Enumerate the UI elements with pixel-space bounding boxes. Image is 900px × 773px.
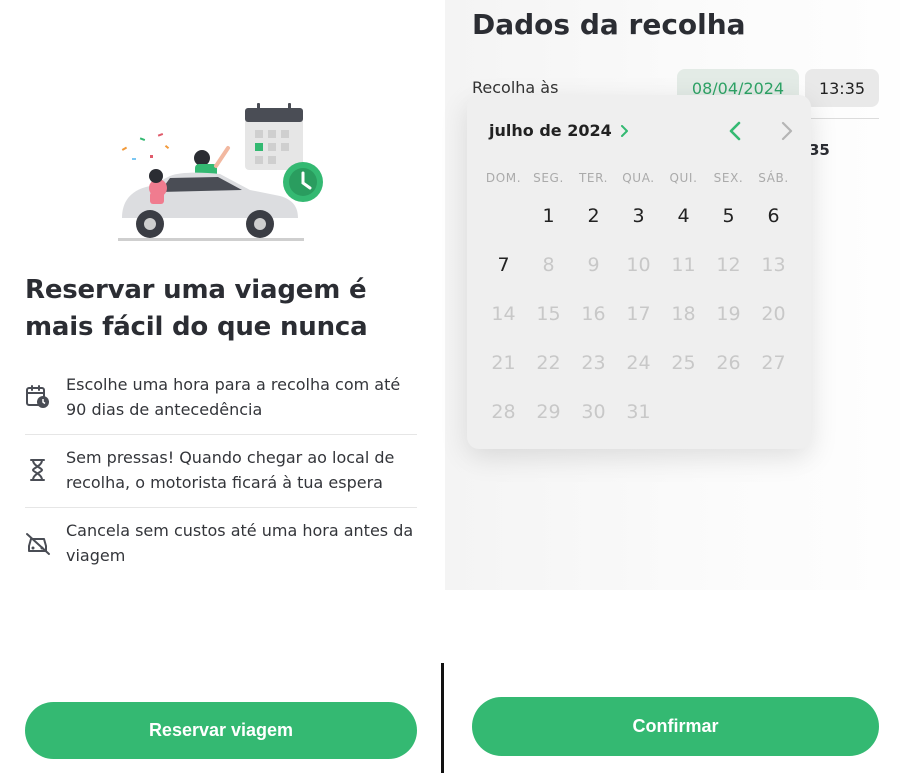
- feature-text: Escolhe uma hora para a recolha com até …: [66, 375, 401, 419]
- weekday-header: DOM. SEG. TER. QUA. QUI. SEX. SÁB.: [481, 171, 801, 185]
- page-title: Dados da recolha: [472, 8, 746, 41]
- calendar-day: 12: [716, 253, 741, 276]
- feature-text: Sem pressas! Quando chegar ao local de r…: [66, 448, 395, 492]
- day-grid: 1 2 3 4 5 6 7 8 9 10 11 12 13 14 15 16 17 18 19 20 21 22 23 24 2…: [481, 191, 801, 436]
- calendar-day[interactable]: 2: [571, 205, 616, 227]
- calendar-day[interactable]: 3: [616, 205, 661, 227]
- book-trip-button[interactable]: Reservar viagem: [25, 702, 417, 759]
- calendar-day: 29: [536, 400, 561, 423]
- calendar-day[interactable]: 1: [526, 205, 571, 227]
- calendar-day: 19: [716, 302, 741, 325]
- calendar-week-row: 21 22 23 24 25 26 27: [481, 338, 801, 387]
- calendar-day: 28: [491, 400, 516, 423]
- weekday-label: SEG.: [533, 171, 564, 185]
- weekday-label: QUI.: [669, 171, 698, 185]
- month-label: julho de 2024: [489, 121, 612, 140]
- divider-line: [805, 118, 879, 119]
- next-month-icon[interactable]: [780, 121, 794, 141]
- calendar-day[interactable]: 5: [706, 205, 751, 227]
- car-cancel-icon: [26, 533, 50, 555]
- calendar-day: 26: [716, 351, 741, 374]
- obscured-time-text: 35: [809, 141, 830, 159]
- calendar-week-row: 123456: [481, 191, 801, 240]
- calendar-week-row: 14 15 16 17 18 19 20: [481, 289, 801, 338]
- calendar-day: 24: [626, 351, 651, 374]
- calendar-day: 11: [671, 253, 696, 276]
- calendar-week-row: 28 29 30 31: [481, 387, 801, 436]
- calendar-day: 22: [536, 351, 561, 374]
- weekday-label: QUA.: [622, 171, 655, 185]
- calendar-day: 10: [626, 253, 651, 276]
- calendar-day: 25: [671, 351, 696, 374]
- feature-text: Cancela sem custos até uma hora antes da…: [66, 521, 414, 565]
- calendar-day: 30: [581, 400, 606, 423]
- calendar-week-row: 7 8 9 10 11 12 13: [481, 240, 801, 289]
- panel-divider: [441, 663, 444, 773]
- calendar-day: 21: [491, 351, 516, 374]
- calendar-day: 14: [491, 302, 516, 325]
- calendar-day: 31: [626, 400, 651, 423]
- hourglass-icon: [30, 459, 45, 481]
- calendar-day: 27: [761, 351, 786, 374]
- pickup-details-panel: Dados da recolha Recolha às 08/04/2024 1…: [445, 0, 900, 773]
- calendar-day: 16: [581, 302, 606, 325]
- calendar-day: 20: [761, 302, 786, 325]
- calendar-day: 15: [536, 302, 561, 325]
- booking-intro-panel: Reservar uma viagem é mais fácil do que …: [0, 0, 440, 773]
- weekday-label: SEX.: [713, 171, 744, 185]
- feature-list: Escolhe uma hora para a recolha com até …: [25, 362, 417, 580]
- chevron-right-icon: [620, 124, 628, 137]
- feature-item-cancel: Cancela sem custos até uma hora antes da…: [25, 508, 417, 580]
- calendar-day: 18: [671, 302, 696, 325]
- previous-month-icon[interactable]: [728, 121, 742, 141]
- calendar-day: 13: [761, 253, 786, 276]
- weekday-label: TER.: [578, 171, 609, 185]
- weekday-label: DOM.: [485, 171, 522, 185]
- calendar-day: 8: [542, 253, 555, 276]
- feature-item-schedule: Escolhe uma hora para a recolha com até …: [25, 362, 417, 435]
- calendar-clock-icon: [26, 385, 49, 408]
- confirm-button[interactable]: Confirmar: [472, 697, 879, 756]
- pickup-time-chip[interactable]: 13:35: [805, 69, 879, 107]
- intro-headline: Reservar uma viagem é mais fácil do que …: [25, 275, 368, 342]
- calendar-day[interactable]: 7: [481, 254, 526, 276]
- car-booking-illustration: [118, 103, 323, 241]
- calendar-day[interactable]: 4: [661, 205, 706, 227]
- calendar-day: 9: [587, 253, 600, 276]
- calendar-day[interactable]: 6: [751, 205, 796, 227]
- feature-item-wait: Sem pressas! Quando chegar ao local de r…: [25, 435, 417, 508]
- weekday-label: SÁB.: [758, 171, 789, 185]
- month-selector[interactable]: julho de 2024: [489, 121, 629, 140]
- date-picker-popup: julho de 2024 DOM. SEG. TER. QUA. QUI. S…: [467, 95, 811, 449]
- calendar-day: 23: [581, 351, 606, 374]
- calendar-day: 17: [626, 302, 651, 325]
